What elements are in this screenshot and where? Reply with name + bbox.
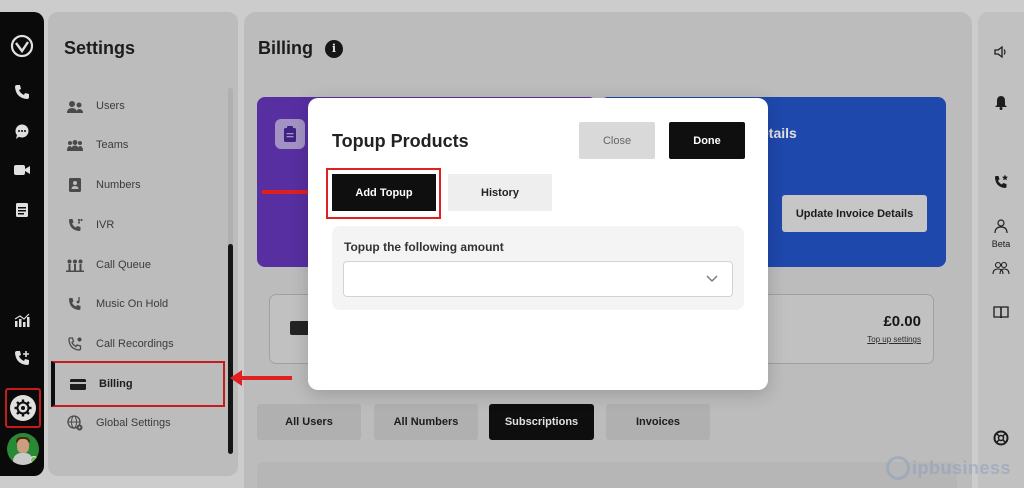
tab-history[interactable]: History [448,174,552,211]
topup-amount-select[interactable] [343,261,733,297]
topup-amount-panel: Topup the following amount [332,226,744,310]
topup-amount-label: Topup the following amount [344,240,504,254]
topup-products-modal: Topup Products Close Done Add Topup Hist… [308,98,768,390]
tab-add-topup[interactable]: Add Topup [332,174,436,211]
close-button[interactable]: Close [579,122,655,159]
annotation-arrow-billing [230,370,292,386]
done-button[interactable]: Done [669,122,745,159]
annotation-arrow-add-topup [262,184,324,200]
chevron-down-icon [706,275,718,282]
modal-title: Topup Products [332,131,469,151]
